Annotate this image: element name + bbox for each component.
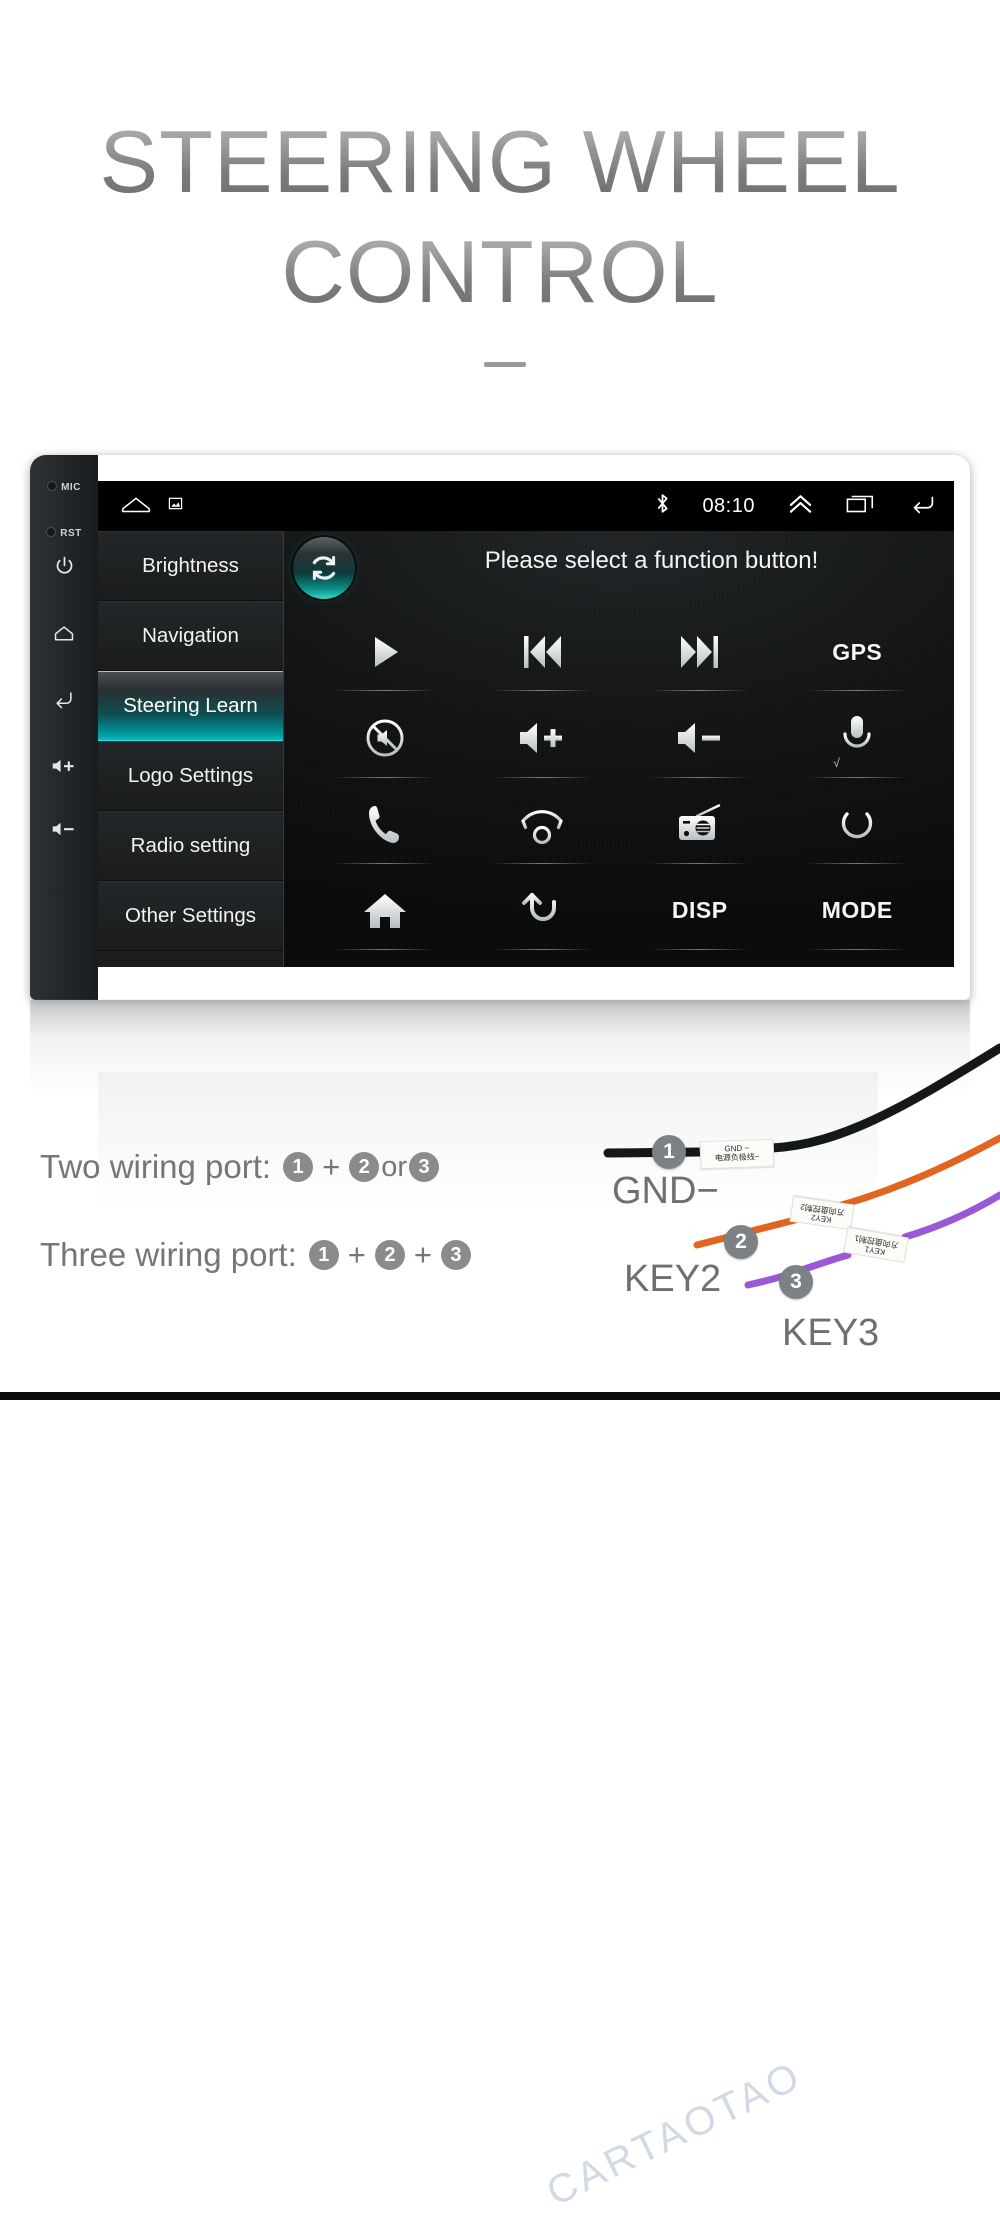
bluetooth-icon (655, 492, 670, 520)
port-badge-1: 1 (283, 1152, 314, 1182)
menu-item-radio-setting[interactable]: Radio setting (98, 811, 283, 881)
footer-bar (0, 1392, 1000, 1400)
menu-item-label: Navigation (142, 624, 239, 647)
recents-icon[interactable] (846, 493, 876, 520)
settings-menu: Brightness Navigation Steering Learn Log… (98, 531, 283, 967)
wire-marker-number: 3 (790, 1270, 802, 1293)
device-left-bezel: MIC RST (30, 455, 98, 1000)
call-answer-button[interactable] (306, 782, 464, 868)
three-wiring-port-line: Three wiring port: 1 + 2 + 3 (40, 1236, 600, 1274)
mode-button[interactable]: MODE (779, 868, 937, 954)
statusbar-screenshot-icon[interactable] (168, 496, 183, 516)
mic-check-mark: √ (833, 755, 840, 770)
menu-item-steering-learn[interactable]: Steering Learn (98, 671, 283, 741)
plus-operator: + (322, 1149, 341, 1184)
mode-label: MODE (821, 897, 893, 924)
menu-item-other-settings[interactable]: Other Settings (98, 881, 283, 951)
statusbar-back-arrow-icon[interactable] (908, 493, 938, 520)
menu-item-label: Brightness (142, 554, 239, 577)
page-title-line-2: CONTROL (0, 228, 1000, 316)
status-bar-clock: 08:10 (702, 494, 755, 517)
plus-operator: + (347, 1237, 366, 1272)
menu-item-brightness[interactable]: Brightness (98, 531, 283, 601)
panel-instruction: Please select a function button! (484, 547, 819, 574)
menu-item-label: Other Settings (124, 904, 257, 927)
steering-learn-panel: Please select a function button! GPS √ D… (283, 531, 954, 967)
port-badge-3: 3 (440, 1240, 471, 1270)
mic-label: MIC (61, 482, 81, 493)
play-button[interactable] (306, 609, 464, 695)
back-button[interactable] (464, 868, 622, 954)
android-status-bar: 08:10 (98, 481, 954, 531)
bezel-home-icon[interactable] (30, 623, 98, 647)
volume-down-button[interactable] (621, 695, 779, 781)
port-badge-3: 3 (409, 1152, 439, 1182)
title-divider (484, 362, 526, 367)
statusbar-home-outline-icon[interactable] (120, 493, 152, 520)
call-end-button[interactable] (464, 782, 622, 868)
wire-tag-line2: 电源负极线− (714, 1152, 760, 1163)
gps-label: GPS (832, 638, 883, 665)
wiring-instructions: Two wiring port: 1 + 2 or 3 Three wiring… (40, 1148, 600, 1274)
device-screen: 08:10 Brightness Navigation Steering Lea… (98, 481, 954, 967)
menu-item-label: Logo Settings (127, 764, 254, 787)
wire-name-gnd: GND− (612, 1170, 719, 1212)
car-radio-device: MIC RST 08:10 Brightness Navigation Stee… (30, 455, 970, 1000)
home-button[interactable] (306, 868, 464, 954)
volume-up-button[interactable] (464, 695, 622, 781)
function-button-grid: GPS √ DISP MODE (306, 609, 936, 954)
mic-hole-icon (47, 480, 58, 491)
reset-hole[interactable]: RST (30, 523, 98, 541)
wire-marker-2: 2 (724, 1225, 758, 1259)
hero-title-block: STEERING WHEEL CONTROL (0, 0, 1000, 400)
wire-marker-number: 1 (663, 1140, 675, 1163)
mute-button[interactable] (306, 695, 464, 781)
wire-marker-number: 2 (735, 1230, 747, 1253)
bezel-volume-down-icon[interactable] (30, 820, 98, 842)
mic-hole: MIC (30, 477, 98, 495)
wire-tag-gnd: GND − 电源负极线− (699, 1138, 775, 1170)
bezel-back-icon[interactable] (30, 689, 98, 713)
power-button[interactable] (779, 782, 937, 868)
sync-refresh-icon[interactable] (293, 537, 355, 599)
wire-name-key3: KEY3 (782, 1312, 880, 1354)
bezel-power-icon[interactable] (30, 555, 98, 580)
plus-operator-2: + (413, 1237, 432, 1272)
three-wiring-port-label: Three wiring port: (40, 1236, 297, 1273)
watermark-text: CARTAOTAO (540, 2053, 810, 2215)
disp-button[interactable]: DISP (621, 868, 779, 954)
menu-item-label: Radio setting (130, 834, 251, 857)
menu-item-navigation[interactable]: Navigation (98, 601, 283, 671)
menu-item-label: Steering Learn (123, 694, 258, 717)
port-badge-2: 2 (374, 1240, 405, 1270)
gps-button[interactable]: GPS (779, 609, 937, 695)
or-operator: or (381, 1150, 407, 1183)
chevron-up-icon[interactable] (787, 493, 814, 520)
next-button[interactable] (621, 609, 779, 695)
wire-tag-line2: 方向盘控制2 (799, 1201, 846, 1218)
two-wiring-port-line: Two wiring port: 1 + 2 or 3 (40, 1148, 600, 1186)
port-badge-1: 1 (308, 1240, 339, 1270)
menu-item-logo-settings[interactable]: Logo Settings (98, 741, 283, 811)
previous-button[interactable] (464, 609, 622, 695)
bezel-volume-up-icon[interactable] (30, 757, 98, 779)
page-title-line-1: STEERING WHEEL (0, 118, 1000, 206)
wire-name-key2: KEY2 (624, 1258, 722, 1300)
two-wiring-port-label: Two wiring port: (40, 1148, 272, 1185)
wire-marker-1: 1 (652, 1135, 686, 1169)
voice-button[interactable]: √ (779, 695, 937, 781)
disp-label: DISP (671, 897, 728, 924)
reset-label: RST (60, 528, 82, 539)
radio-button[interactable] (621, 782, 779, 868)
reset-hole-icon[interactable] (46, 526, 57, 537)
wire-marker-3: 3 (779, 1265, 813, 1299)
port-badge-2: 2 (349, 1152, 380, 1182)
